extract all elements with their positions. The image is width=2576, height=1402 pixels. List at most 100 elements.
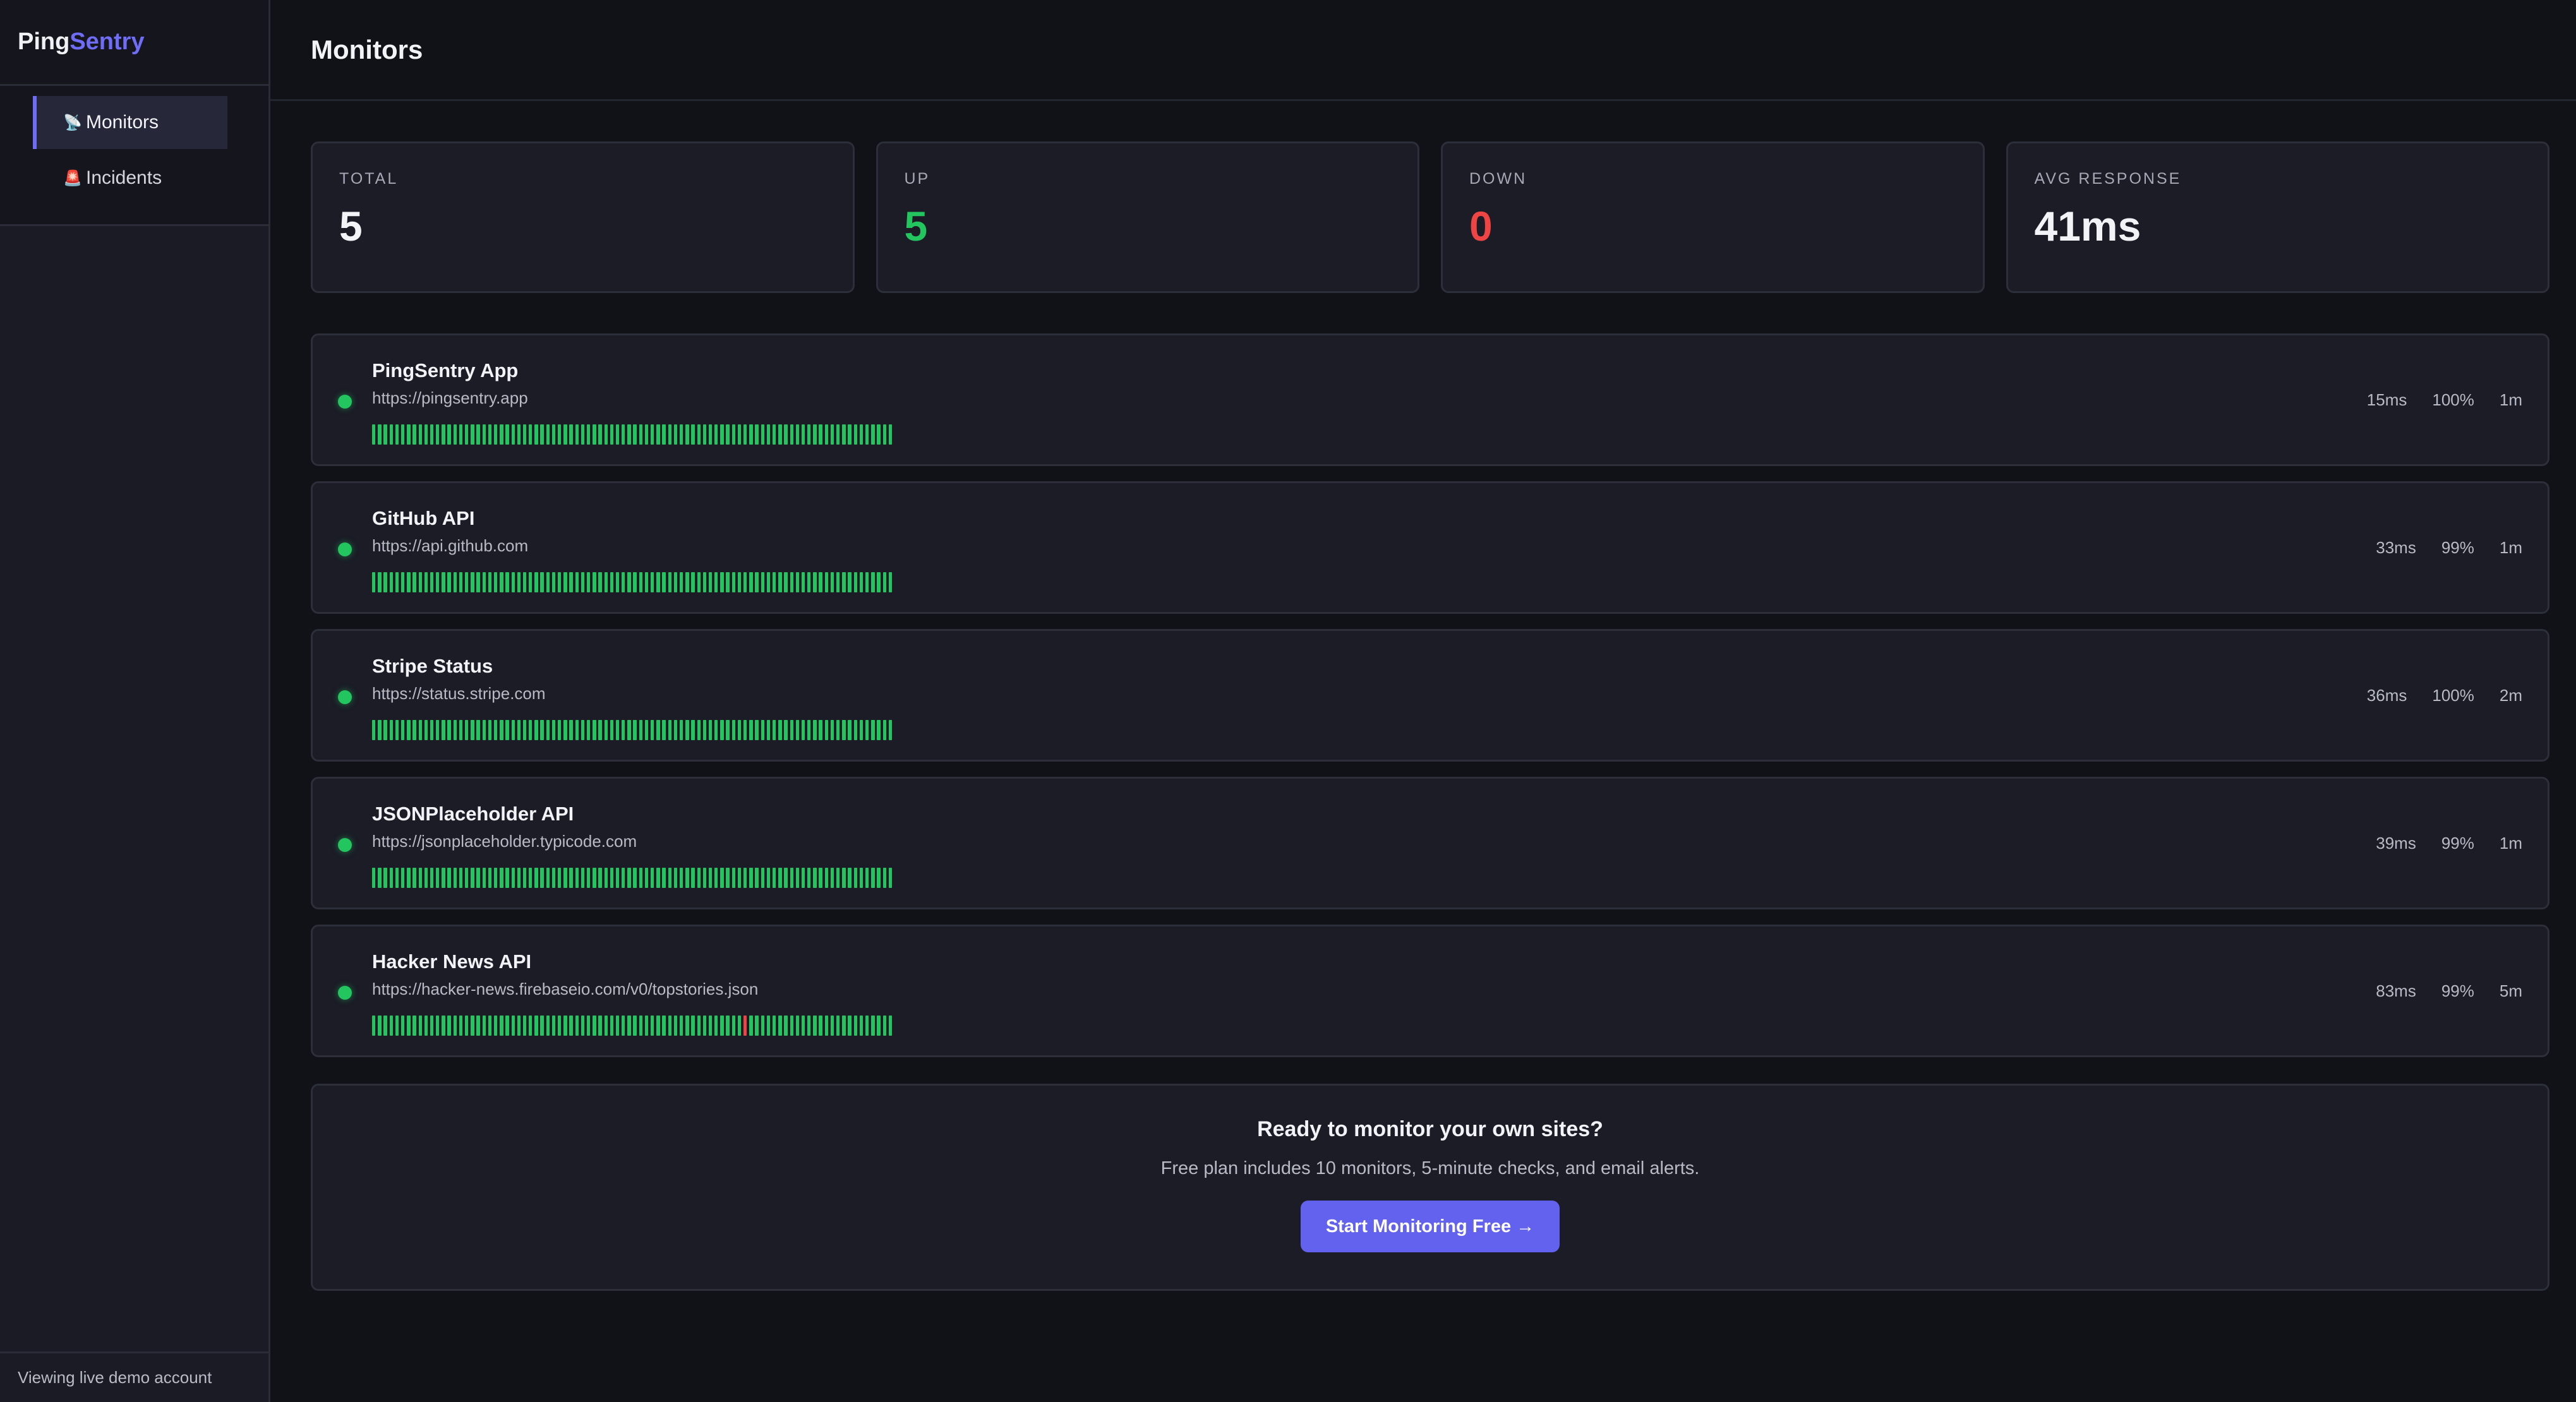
check-bar-up (546, 868, 550, 888)
check-bar-up (511, 720, 515, 740)
check-bar-up (586, 720, 591, 740)
check-bar-up (888, 720, 893, 740)
check-bar-up (778, 1016, 782, 1036)
monitor-url: https://status.stripe.com (372, 684, 546, 703)
monitor-interval: 1m (2499, 833, 2522, 853)
check-bar-up (743, 720, 747, 740)
check-bar-up (622, 720, 625, 740)
sidebar-item-incidents[interactable]: 🚨 Incidents (33, 152, 227, 205)
check-bar-up (465, 572, 469, 592)
check-bar-up (662, 1016, 666, 1036)
check-bar-up (772, 424, 776, 445)
check-bar-up (731, 868, 736, 888)
monitor-card[interactable]: JSONPlaceholder API https://jsonplacehol… (311, 777, 2549, 909)
check-bar-up (749, 868, 753, 888)
check-bar-up (389, 1016, 393, 1036)
check-bar-up (540, 720, 544, 740)
brand-logo[interactable]: Ping Sentry (0, 0, 268, 86)
check-bar-up (424, 868, 428, 888)
check-bar-up (651, 868, 654, 888)
stat-value: 0 (1469, 203, 1493, 249)
monitor-metrics: 33ms 99% 1m (2376, 483, 2522, 612)
check-bar-up (737, 572, 742, 592)
check-bar-up (383, 868, 387, 888)
check-bar-up (702, 572, 707, 592)
check-bar-up (471, 424, 474, 445)
check-bar-up (801, 720, 805, 740)
monitor-uptime: 99% (2441, 537, 2474, 557)
check-bar-up (546, 1016, 550, 1036)
check-bar-up (673, 424, 678, 445)
check-bar-up (412, 424, 416, 445)
check-bar-up (534, 720, 538, 740)
monitor-card[interactable]: Stripe Status https://status.stripe.com … (311, 629, 2549, 762)
check-bar-up (679, 868, 683, 888)
uptime-history-bars (372, 424, 893, 445)
check-bar-up (842, 720, 846, 740)
check-bar-up (500, 572, 503, 592)
check-bar-up (790, 868, 793, 888)
check-bar-up (877, 424, 881, 445)
check-bar-up (476, 720, 480, 740)
check-bar-up (581, 424, 585, 445)
check-bar-up (459, 868, 463, 888)
check-bar-up (807, 868, 811, 888)
uptime-history-bars (372, 720, 893, 740)
check-bar-up (755, 572, 759, 592)
check-bar-up (563, 572, 567, 592)
check-bar-up (714, 424, 718, 445)
monitor-response-time: 83ms (2376, 981, 2416, 1000)
monitor-uptime: 99% (2441, 833, 2474, 853)
monitor-uptime: 100% (2432, 390, 2474, 409)
check-bar-up (517, 1016, 521, 1036)
check-bar-up (465, 424, 469, 445)
sidebar-item-monitors[interactable]: 📡 Monitors (33, 96, 227, 149)
check-bar-up (622, 572, 625, 592)
check-bar-up (708, 572, 713, 592)
check-bar-up (598, 572, 602, 592)
check-bar-up (842, 1016, 846, 1036)
check-bar-up (627, 424, 631, 445)
check-bar-up (482, 1016, 486, 1036)
check-bar-up (593, 424, 596, 445)
check-bar-up (877, 868, 881, 888)
check-bar-up (529, 868, 533, 888)
check-bar-up (651, 572, 654, 592)
brand-name-part1: Ping (18, 28, 70, 55)
monitor-card[interactable]: Hacker News API https://hacker-news.fire… (311, 925, 2549, 1057)
check-bar-up (482, 868, 486, 888)
monitor-url: https://api.github.com (372, 536, 529, 555)
check-bar-up (836, 572, 840, 592)
check-bar-up (593, 720, 596, 740)
check-bar-up (877, 572, 881, 592)
monitor-card[interactable]: GitHub API https://api.github.com 33ms 9… (311, 481, 2549, 614)
check-bar-up (418, 720, 422, 740)
check-bar-up (778, 572, 782, 592)
cta-title: Ready to monitor your own sites? (1257, 1117, 1603, 1141)
check-bar-up (395, 424, 399, 445)
check-bar-up (604, 868, 608, 888)
check-bar-up (575, 868, 579, 888)
check-bar-up (604, 1016, 608, 1036)
check-bar-up (644, 572, 649, 592)
check-bar-up (639, 1016, 643, 1036)
stat-label: TOTAL (339, 170, 399, 188)
check-bar-up (546, 572, 550, 592)
monitor-response-time: 33ms (2376, 537, 2416, 557)
check-bar-up (824, 868, 829, 888)
check-bar-up (389, 424, 393, 445)
check-bar-up (644, 1016, 649, 1036)
check-bar-up (731, 572, 736, 592)
check-bar-up (836, 424, 840, 445)
check-bar-up (412, 572, 416, 592)
check-bar-up (540, 572, 544, 592)
start-monitoring-button[interactable]: Start Monitoring Free → (1300, 1201, 1560, 1252)
check-bar-up (668, 868, 671, 888)
check-bar-down (743, 1016, 747, 1036)
check-bar-up (615, 1016, 620, 1036)
check-bar-up (436, 1016, 440, 1036)
monitor-card[interactable]: PingSentry App https://pingsentry.app 15… (311, 333, 2549, 466)
check-bar-up (407, 720, 411, 740)
check-bar-up (493, 572, 498, 592)
check-bar-up (877, 720, 881, 740)
